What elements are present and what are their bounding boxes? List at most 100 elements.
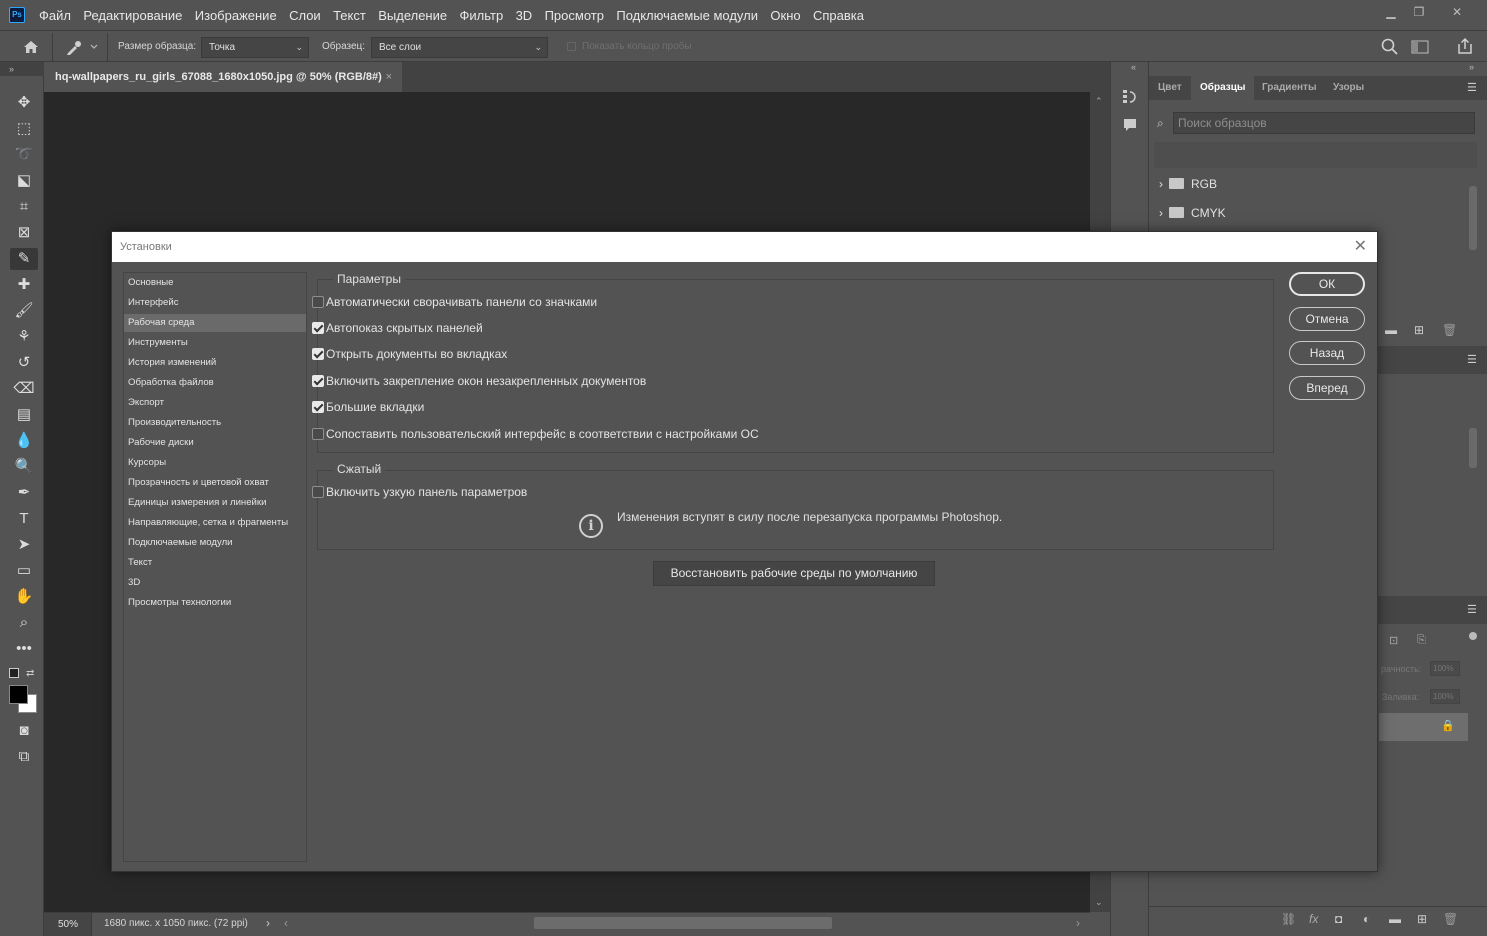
nav-3d[interactable]: 3D <box>124 574 306 592</box>
add-mask-icon[interactable]: ◘ <box>1335 912 1342 926</box>
swatches-scroll-thumb[interactable] <box>1469 186 1477 250</box>
nav-guides-grid-slices[interactable]: Направляющие, сетка и фрагменты <box>124 514 306 532</box>
document-tab[interactable]: hq-wallpapers_ru_girls_67088_1680x1050.j… <box>44 62 402 92</box>
cancel-button[interactable]: Отмена <box>1289 307 1365 331</box>
menu-type[interactable]: Текст <box>333 8 366 23</box>
auto-collapse-checkbox[interactable] <box>312 296 324 308</box>
tab-swatches[interactable]: Образцы <box>1191 76 1255 100</box>
fill-field[interactable]: 100% <box>1430 689 1460 704</box>
close-tab-icon[interactable]: × <box>386 62 392 92</box>
hscroll-left-icon[interactable]: ‹ <box>284 916 288 930</box>
history-brush-tool-icon[interactable]: ↺ <box>10 352 38 374</box>
new-group-icon[interactable]: ▬ <box>1389 912 1401 926</box>
auto-show-hidden-checkbox[interactable] <box>312 322 324 334</box>
nav-scratch-disks[interactable]: Рабочие диски <box>124 434 306 452</box>
menu-filter[interactable]: Фильтр <box>460 8 504 23</box>
hand-tool-icon[interactable]: ✋ <box>10 586 38 608</box>
open-as-tabs-checkbox[interactable] <box>312 348 324 360</box>
delete-swatch-icon[interactable]: 🗑 <box>1442 323 1457 337</box>
nav-technology-previews[interactable]: Просмотры технологии <box>124 594 306 612</box>
show-ring-checkbox[interactable] <box>567 42 576 51</box>
lasso-tool-icon[interactable]: ➰ <box>10 144 38 166</box>
panel-menu-icon[interactable]: ☰ <box>1467 81 1477 94</box>
reset-workspaces-button[interactable]: Восстановить рабочие среды по умолчанию <box>653 561 935 586</box>
eraser-tool-icon[interactable]: ⌫ <box>10 378 38 400</box>
menu-3d[interactable]: 3D <box>516 8 533 23</box>
close-window-icon[interactable]: ✕ <box>1442 3 1472 21</box>
tab-gradients[interactable]: Градиенты <box>1253 76 1326 100</box>
menu-help[interactable]: Справка <box>813 8 864 23</box>
zoom-tool-icon[interactable]: ⌕ <box>10 612 38 634</box>
nav-plugins[interactable]: Подключаемые модули <box>124 534 306 552</box>
status-menu-arrow-icon[interactable]: › <box>266 916 270 930</box>
marquee-tool-icon[interactable]: ⬚ <box>10 118 38 140</box>
menu-image[interactable]: Изображение <box>195 8 277 23</box>
option-match-os-ui[interactable]: Сопоставить пользовательский интерфейс в… <box>312 425 759 443</box>
layer-filter-toggle[interactable] <box>1469 632 1477 640</box>
menu-file[interactable]: Файл <box>39 8 71 23</box>
nav-cursors[interactable]: Курсоры <box>124 454 306 472</box>
large-tabs-checkbox[interactable] <box>312 401 324 413</box>
panel-menu-icon[interactable]: ☰ <box>1467 603 1477 616</box>
dodge-tool-icon[interactable]: 🔍 <box>10 456 38 478</box>
tab-patterns[interactable]: Узоры <box>1324 76 1373 100</box>
panel-menu-icon[interactable]: ☰ <box>1467 353 1477 366</box>
swatch-folder-rgb[interactable]: › RGB <box>1159 177 1217 191</box>
option-auto-show-hidden[interactable]: Автопоказ скрытых панелей <box>312 319 483 337</box>
new-group-folder-icon[interactable]: ▬ <box>1385 323 1397 337</box>
clone-stamp-tool-icon[interactable]: ⚘ <box>10 326 38 348</box>
collapse-dock-icon[interactable]: » <box>1469 62 1474 72</box>
horizontal-scroll-thumb[interactable] <box>534 917 832 929</box>
back-button[interactable]: Назад <box>1289 341 1365 365</box>
rectangle-tool-icon[interactable]: ▭ <box>10 560 38 582</box>
toolbar-collapse-icon[interactable]: » <box>0 62 44 76</box>
eyedropper-preset-icon[interactable] <box>64 38 100 56</box>
option-auto-collapse[interactable]: Автоматически сворачивать панели со знач… <box>312 293 597 311</box>
new-swatch-icon[interactable]: ⊞ <box>1414 323 1424 337</box>
nav-file-handling[interactable]: Обработка файлов <box>124 374 306 392</box>
scroll-up-icon[interactable]: ⌃ <box>1095 96 1103 107</box>
narrow-options-bar-checkbox[interactable] <box>312 486 324 498</box>
nav-general[interactable]: Основные <box>124 274 306 292</box>
option-floating-docking[interactable]: Включить закрепление окон незакрепленных… <box>312 372 646 390</box>
search-icon[interactable] <box>1380 37 1400 57</box>
swatch-search-input[interactable]: Поиск образцов <box>1173 112 1475 134</box>
menu-view[interactable]: Просмотр <box>545 8 604 23</box>
layer-filter-artboard-icon[interactable]: ⎘ <box>1417 634 1426 647</box>
forward-button[interactable]: Вперед <box>1289 376 1365 400</box>
sample-size-select[interactable]: Точка ⌄ <box>201 37 309 58</box>
dialog-close-icon[interactable]: ✕ <box>1354 232 1367 262</box>
menu-plugins[interactable]: Подключаемые модули <box>616 8 758 23</box>
tab-color[interactable]: Цвет <box>1149 76 1191 100</box>
menu-layers[interactable]: Слои <box>289 8 321 23</box>
layer-style-fx-icon[interactable]: fx <box>1309 912 1318 926</box>
nav-interface[interactable]: Интерфейс <box>124 294 306 312</box>
menu-window[interactable]: Окно <box>770 8 800 23</box>
sample-select[interactable]: Все слои ⌄ <box>371 37 548 58</box>
path-selection-tool-icon[interactable]: ➤ <box>10 534 38 556</box>
screen-mode-icon[interactable]: ⧉ <box>10 746 38 768</box>
comments-panel-icon[interactable] <box>1121 116 1139 134</box>
swap-colors-icon[interactable]: ⇄ <box>26 668 34 679</box>
match-os-ui-checkbox[interactable] <box>312 428 324 440</box>
option-narrow-options-bar[interactable]: Включить узкую панель параметров <box>312 483 527 501</box>
foreground-color-swatch[interactable] <box>9 685 28 704</box>
frame-tool-icon[interactable]: ⊠ <box>10 222 38 244</box>
nav-workspace[interactable]: Рабочая среда <box>124 314 306 332</box>
layer-row[interactable]: 🔒 <box>1379 713 1468 741</box>
home-icon[interactable] <box>20 37 42 57</box>
nav-history-log[interactable]: История изменений <box>124 354 306 372</box>
blur-tool-icon[interactable]: 💧 <box>10 430 38 452</box>
hscroll-right-icon[interactable]: › <box>1076 916 1080 930</box>
option-large-tabs[interactable]: Большие вкладки <box>312 398 424 416</box>
menu-edit[interactable]: Редактирование <box>83 8 182 23</box>
option-open-as-tabs[interactable]: Открыть документы во вкладках <box>312 345 507 363</box>
restore-icon[interactable]: ❐ <box>1404 3 1434 21</box>
quick-mask-icon[interactable]: ◙ <box>10 720 38 742</box>
zoom-level[interactable]: 50% <box>44 913 92 936</box>
delete-layer-icon[interactable]: 🗑 <box>1443 912 1458 926</box>
nav-transparency-gamut[interactable]: Прозрачность и цветовой охват <box>124 474 306 492</box>
opacity-field[interactable]: 100% <box>1430 661 1460 676</box>
workspace-icon[interactable] <box>1410 37 1430 57</box>
adjustment-layer-icon[interactable]: ◐ <box>1363 912 1370 926</box>
